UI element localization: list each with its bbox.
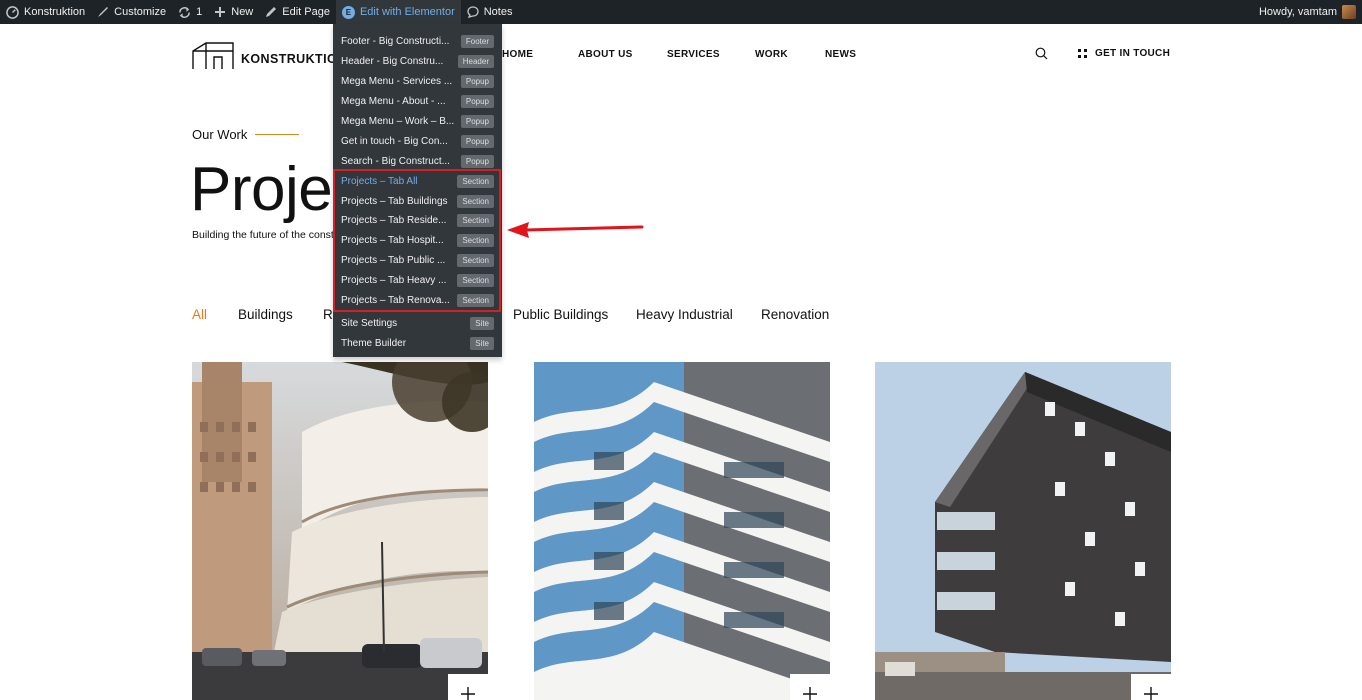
project-image-curved-tower bbox=[534, 362, 830, 700]
pencil-icon bbox=[266, 7, 277, 17]
tab-heavy-industrial[interactable]: Heavy Industrial bbox=[636, 307, 733, 322]
menu-item-projects-tab-heavy[interactable]: Projects – Tab Heavy ... Section bbox=[333, 271, 502, 291]
type-badge: Section bbox=[457, 214, 494, 228]
get-in-touch-button[interactable]: GET IN TOUCH bbox=[1078, 48, 1170, 59]
type-badge: Site bbox=[470, 336, 494, 350]
admin-bar-edit-page[interactable]: Edit Page bbox=[259, 0, 336, 24]
site-name: Konstruktion bbox=[24, 6, 86, 18]
nav-services[interactable]: SERVICES bbox=[667, 49, 720, 60]
menu-item-projects-tab-renovation[interactable]: Projects – Tab Renova... Section bbox=[333, 291, 502, 311]
admin-bar-customize[interactable]: Customize bbox=[91, 0, 172, 24]
nav-about-us[interactable]: ABOUT US bbox=[578, 49, 633, 60]
type-badge: Section bbox=[457, 254, 494, 268]
admin-bar: Konstruktion Customize 1 New Edit Page E… bbox=[0, 0, 1362, 24]
type-badge: Footer bbox=[460, 35, 494, 49]
project-open-button[interactable] bbox=[448, 674, 488, 700]
menu-item-footer[interactable]: Footer - Big Constructi... Footer bbox=[333, 32, 502, 52]
menu-item-projects-tab-all[interactable]: Projects – Tab All Section bbox=[333, 171, 502, 191]
plus-icon bbox=[215, 7, 226, 17]
eyebrow-text: Our Work bbox=[192, 127, 248, 142]
type-badge: Site bbox=[470, 316, 494, 330]
avatar bbox=[1342, 5, 1356, 19]
updates-count: 1 bbox=[196, 6, 203, 18]
type-badge: Popup bbox=[460, 154, 494, 168]
brush-icon bbox=[98, 7, 109, 17]
search-icon[interactable] bbox=[1035, 47, 1048, 65]
type-badge: Popup bbox=[460, 95, 494, 109]
logo-text: KONSTRUKTIO bbox=[241, 52, 338, 66]
menu-item-projects-tab-buildings[interactable]: Projects – Tab Buildings Section bbox=[333, 191, 502, 211]
menu-item-projects-tab-public[interactable]: Projects – Tab Public ... Section bbox=[333, 251, 502, 271]
new-label: New bbox=[231, 6, 254, 18]
type-badge: Section bbox=[457, 174, 494, 188]
elementor-icon: E bbox=[341, 5, 355, 19]
site-logo[interactable]: KONSTRUKTIO bbox=[192, 42, 337, 70]
admin-bar-updates[interactable]: 1 bbox=[172, 0, 208, 24]
refresh-icon bbox=[179, 6, 191, 18]
get-in-touch-label: GET IN TOUCH bbox=[1095, 48, 1171, 59]
type-badge: Header bbox=[457, 55, 494, 69]
edit-page-label: Edit Page bbox=[282, 6, 330, 18]
type-badge: Section bbox=[457, 194, 494, 208]
nav-home[interactable]: HOME bbox=[502, 49, 533, 60]
page-subtitle: Building the future of the const bbox=[192, 229, 334, 241]
project-card[interactable] bbox=[875, 362, 1171, 700]
dashboard-icon bbox=[6, 5, 19, 19]
type-badge: Popup bbox=[460, 134, 494, 148]
admin-bar-notes[interactable]: Notes bbox=[461, 0, 519, 24]
menu-item-get-in-touch[interactable]: Get in touch - Big Con... Popup bbox=[333, 131, 502, 151]
notes-label: Notes bbox=[483, 6, 513, 18]
plus-icon bbox=[461, 687, 475, 700]
eyebrow-line bbox=[255, 134, 300, 135]
nav-work[interactable]: WORK bbox=[755, 49, 788, 60]
type-badge: Section bbox=[457, 274, 494, 288]
customize-label: Customize bbox=[114, 6, 167, 18]
type-badge: Section bbox=[457, 234, 494, 248]
project-open-button[interactable] bbox=[1131, 674, 1171, 700]
menu-item-theme-builder[interactable]: Theme Builder Site bbox=[333, 333, 502, 353]
admin-bar-site[interactable]: Konstruktion bbox=[0, 0, 91, 24]
grid-dots-icon bbox=[1078, 49, 1087, 58]
menu-item-mega-about[interactable]: Mega Menu - About - ... Popup bbox=[333, 92, 502, 112]
menu-item-mega-services[interactable]: Mega Menu - Services ... Popup bbox=[333, 72, 502, 92]
admin-bar-edit-with-elementor[interactable]: E Edit with Elementor bbox=[335, 0, 461, 24]
tab-public-buildings[interactable]: Public Buildings bbox=[513, 307, 608, 322]
howdy-label: Howdy, vamtam bbox=[1258, 6, 1337, 18]
elementor-dropdown-menu: Footer - Big Constructi... Footer Header … bbox=[333, 24, 502, 357]
project-card[interactable] bbox=[534, 362, 830, 700]
type-badge: Popup bbox=[460, 75, 494, 89]
tab-residential[interactable]: R bbox=[323, 307, 333, 322]
project-image-guggenheim bbox=[192, 362, 488, 700]
tab-buildings[interactable]: Buildings bbox=[238, 307, 293, 322]
admin-bar-account[interactable]: Howdy, vamtam bbox=[1259, 0, 1356, 24]
plus-icon bbox=[1144, 687, 1158, 700]
menu-item-projects-tab-hospitality[interactable]: Projects – Tab Hospit... Section bbox=[333, 231, 502, 251]
admin-bar-new[interactable]: New bbox=[208, 0, 259, 24]
menu-item-site-settings[interactable]: Site Settings Site bbox=[333, 313, 502, 333]
edit-elementor-label: Edit with Elementor bbox=[359, 6, 455, 18]
eyebrow: Our Work bbox=[192, 127, 300, 142]
menu-item-mega-work[interactable]: Mega Menu – Work – B... Popup bbox=[333, 112, 502, 132]
menu-item-header[interactable]: Header - Big Constru... Header bbox=[333, 52, 502, 72]
type-badge: Popup bbox=[460, 115, 494, 128]
project-open-button[interactable] bbox=[790, 674, 830, 700]
tab-all[interactable]: All bbox=[192, 307, 207, 322]
plus-icon bbox=[803, 687, 817, 700]
house-logo-icon bbox=[192, 42, 234, 69]
annotation-arrow-icon bbox=[507, 222, 644, 238]
tab-renovation[interactable]: Renovation bbox=[761, 307, 829, 322]
type-badge: Section bbox=[457, 294, 494, 308]
comment-icon bbox=[467, 6, 479, 18]
project-card[interactable] bbox=[192, 362, 488, 700]
nav-news[interactable]: NEWS bbox=[825, 49, 856, 60]
menu-item-search[interactable]: Search - Big Construct... Popup bbox=[333, 151, 502, 171]
menu-item-projects-tab-residential[interactable]: Projects – Tab Reside... Section bbox=[333, 211, 502, 231]
project-image-dark-block bbox=[875, 362, 1171, 700]
